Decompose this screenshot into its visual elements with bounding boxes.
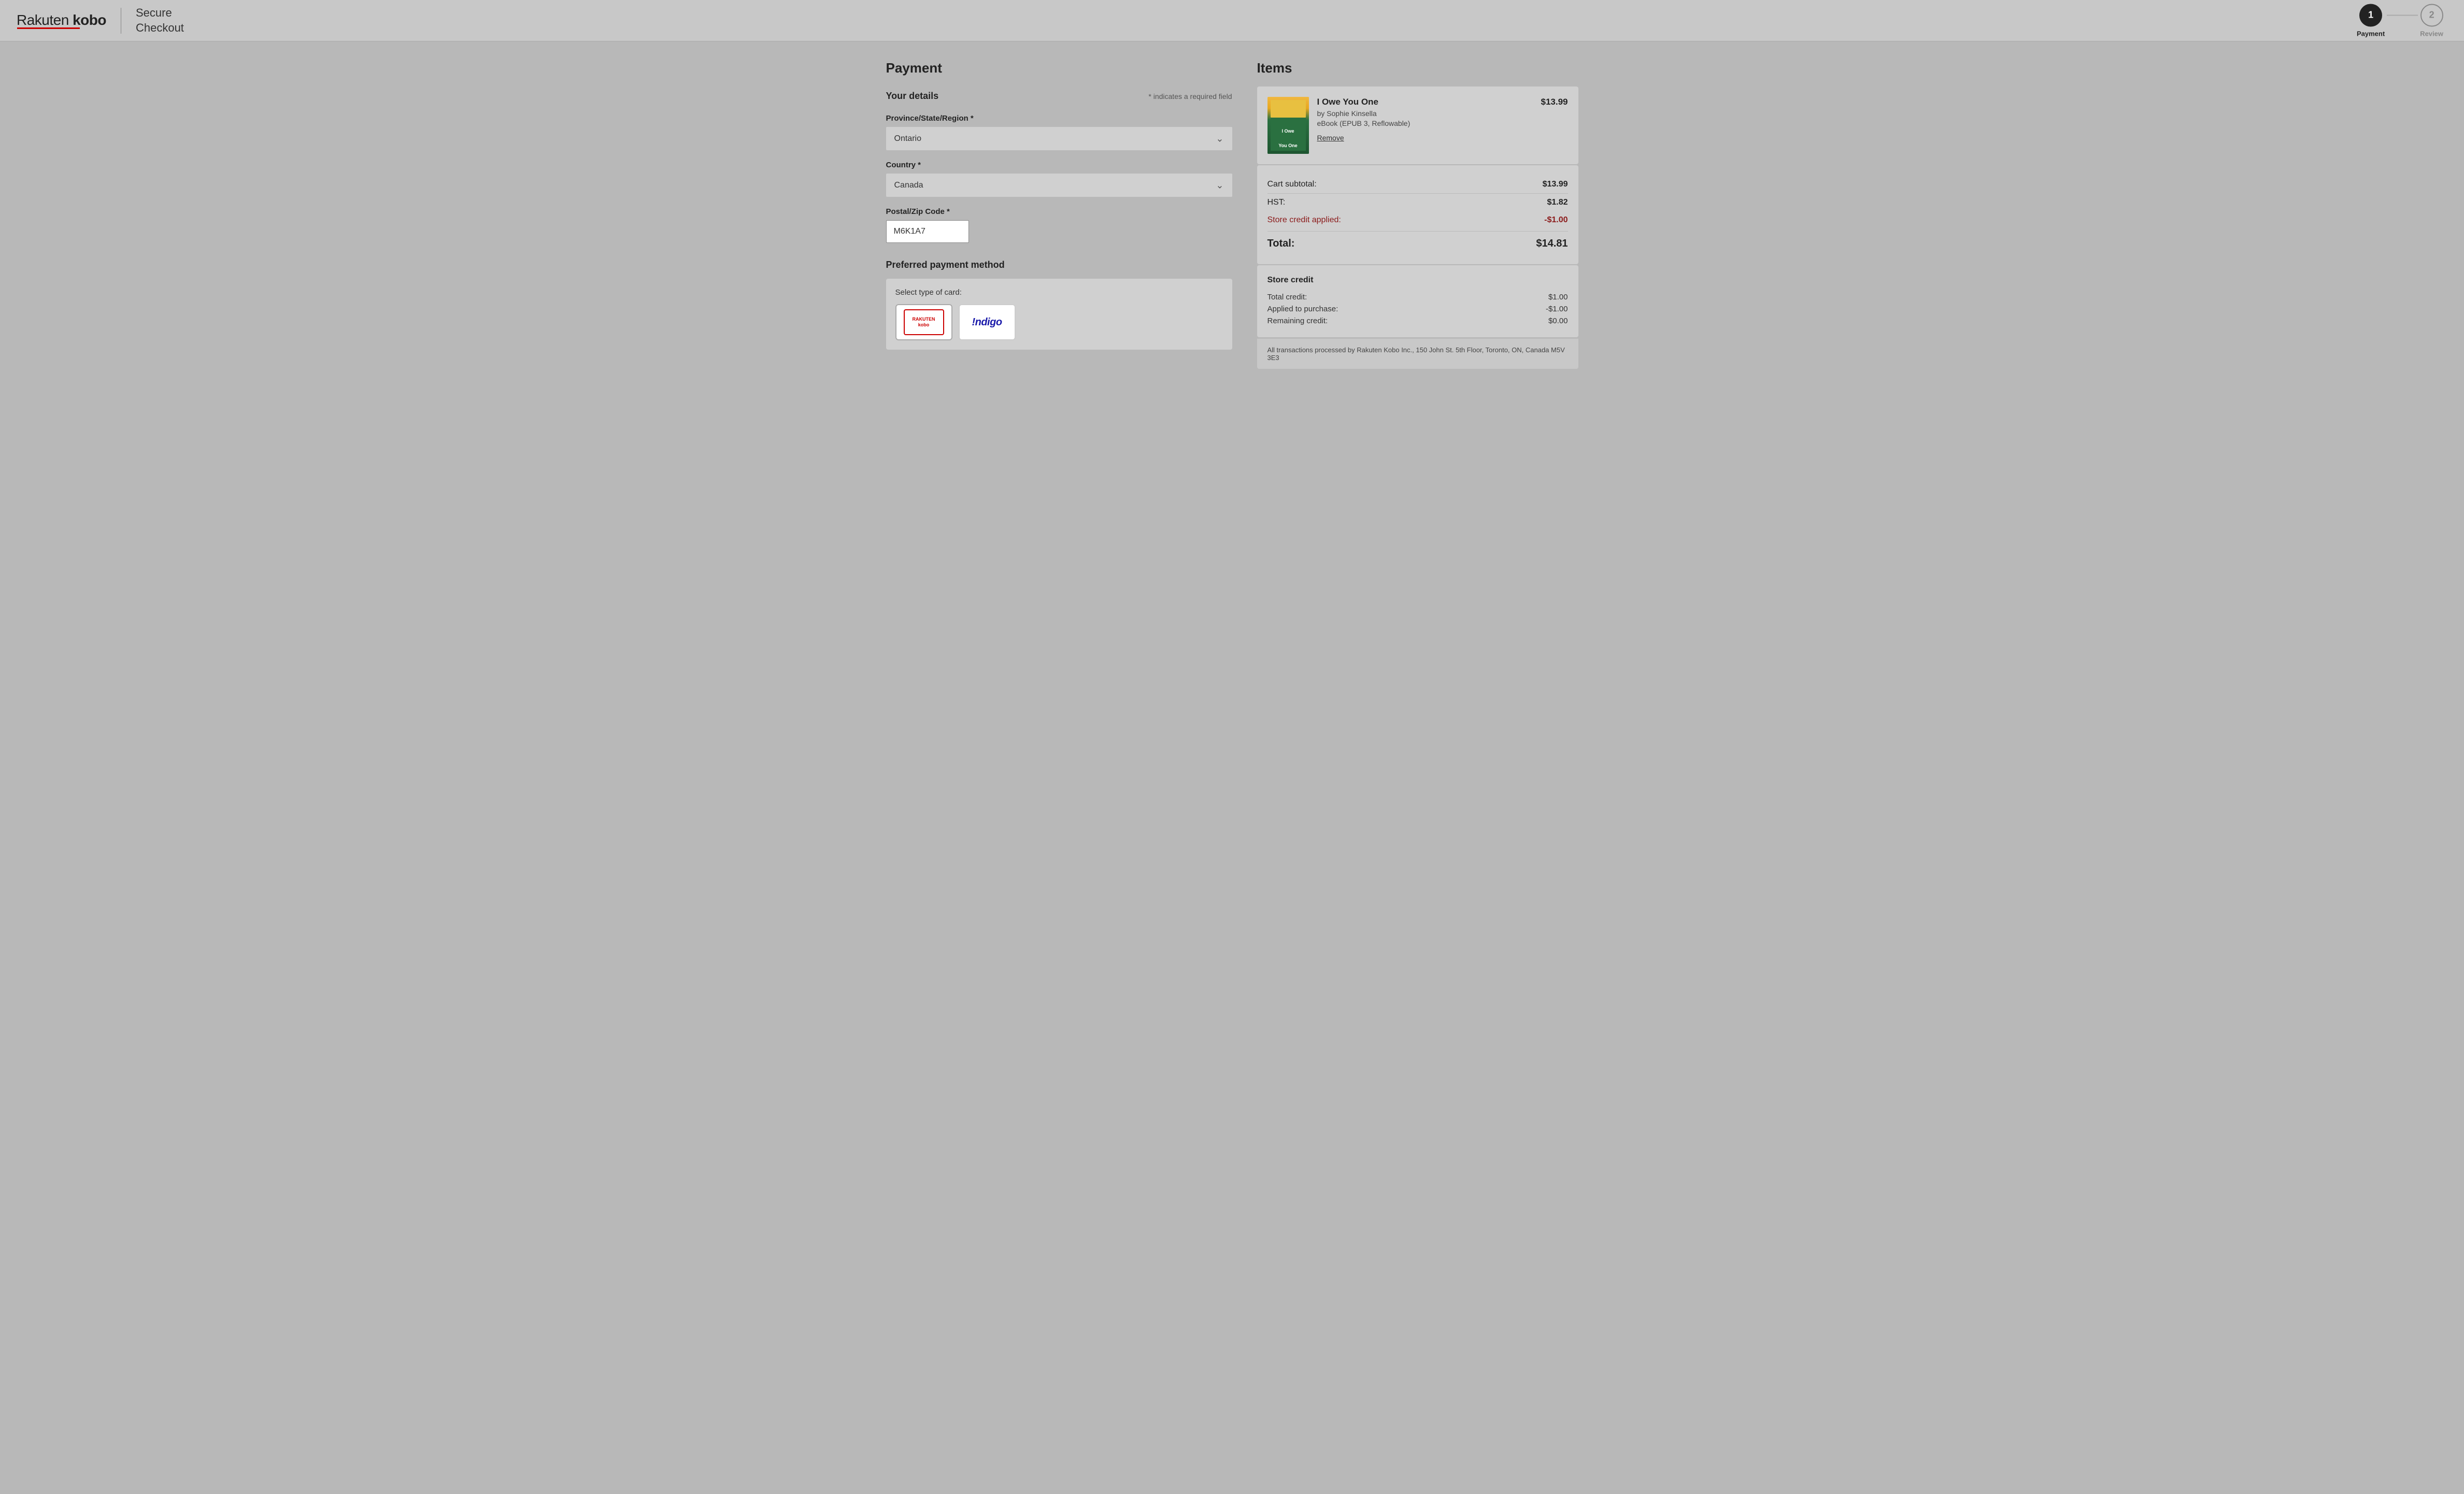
province-select[interactable]: Ontario bbox=[886, 127, 1232, 150]
card-type-label: Select type of card: bbox=[895, 288, 1223, 297]
hst-label: HST: bbox=[1267, 198, 1286, 207]
store-credit-section: Store credit Total credit: $1.00 Applied… bbox=[1257, 265, 1578, 337]
step-1-circle: 1 bbox=[2359, 4, 2382, 26]
step-2-label: Review bbox=[2420, 30, 2443, 37]
applied-credit-value: -$1.00 bbox=[1546, 305, 1568, 313]
required-note: * indicates a required field bbox=[1148, 92, 1232, 100]
step-review: 2 Review bbox=[2420, 4, 2443, 37]
total-row: Total: $14.81 bbox=[1267, 231, 1568, 254]
remaining-credit-row: Remaining credit: $0.00 bbox=[1267, 315, 1568, 327]
items-title: Items bbox=[1257, 60, 1578, 76]
kobo-label: kobo bbox=[918, 322, 930, 327]
item-author: by Sophie Kinsella bbox=[1317, 109, 1533, 118]
book-cover-inner: I Owe You One bbox=[1267, 97, 1309, 154]
province-label: Province/State/Region * bbox=[886, 114, 1232, 123]
country-select[interactable]: Canada bbox=[886, 174, 1232, 197]
item-format: eBook (EPUB 3, Reflowable) bbox=[1317, 119, 1533, 127]
step-payment: 1 Payment bbox=[2357, 4, 2385, 37]
hst-row: HST: $1.82 bbox=[1267, 194, 1568, 211]
country-group: Country * Canada ⌄ bbox=[886, 161, 1232, 197]
country-label: Country * bbox=[886, 161, 1232, 169]
cart-subtotal-row: Cart subtotal: $13.99 bbox=[1267, 176, 1568, 194]
book-cover: I Owe You One bbox=[1267, 97, 1309, 154]
total-label: Total: bbox=[1267, 238, 1295, 250]
transactions-note: All transactions processed by Rakuten Ko… bbox=[1257, 338, 1578, 369]
rakuten-kobo-card-option[interactable]: Rakuten kobo bbox=[895, 304, 952, 340]
province-group: Province/State/Region * Ontario ⌄ bbox=[886, 114, 1232, 150]
rakuten-kobo-card-logo: Rakuten kobo bbox=[904, 309, 944, 335]
cart-subtotal-value: $13.99 bbox=[1543, 180, 1568, 189]
payment-title: Payment bbox=[886, 60, 1232, 76]
your-details-label: Your details bbox=[886, 91, 939, 102]
item-price: $13.99 bbox=[1541, 97, 1568, 107]
hst-value: $1.82 bbox=[1547, 198, 1568, 207]
logo-rakuten: Rakuten bbox=[17, 12, 69, 28]
store-credit-row: Store credit applied: -$1.00 bbox=[1267, 211, 1568, 229]
total-value: $14.81 bbox=[1536, 238, 1568, 250]
site-header: Rakuten kobo Secure Checkout 1 Payment 2… bbox=[0, 0, 2464, 41]
store-credit-applied-label: Store credit applied: bbox=[1267, 216, 1341, 225]
province-select-wrapper: Ontario ⌄ bbox=[886, 127, 1232, 150]
rakuten-label: Rakuten bbox=[913, 317, 935, 322]
step-1-label: Payment bbox=[2357, 30, 2385, 37]
card-type-container: Select type of card: Rakuten kobo !ndigo bbox=[886, 279, 1232, 350]
remaining-credit-value: $0.00 bbox=[1548, 317, 1568, 325]
book-cover-title-line2: You One bbox=[1273, 143, 1304, 149]
payment-panel: Payment Your details * indicates a requi… bbox=[886, 60, 1257, 369]
remove-item-button[interactable]: Remove bbox=[1317, 134, 1344, 142]
cart-subtotal-label: Cart subtotal: bbox=[1267, 180, 1317, 189]
store-credit-title: Store credit bbox=[1267, 276, 1568, 285]
payment-method-section: Preferred payment method Select type of … bbox=[886, 260, 1232, 350]
main-content: Payment Your details * indicates a requi… bbox=[870, 41, 1595, 387]
logo-kobo: kobo bbox=[73, 12, 106, 28]
total-credit-row: Total credit: $1.00 bbox=[1267, 291, 1568, 303]
applied-credit-row: Applied to purchase: -$1.00 bbox=[1267, 303, 1568, 315]
item-details: I Owe You One by Sophie Kinsella eBook (… bbox=[1317, 97, 1533, 143]
checkout-steps: 1 Payment 2 Review bbox=[2357, 4, 2443, 37]
item-row: I Owe You One I Owe You One by Sophie Ki… bbox=[1267, 97, 1568, 154]
applied-credit-label: Applied to purchase: bbox=[1267, 305, 1338, 313]
your-details-header: Your details * indicates a required fiel… bbox=[886, 91, 1232, 102]
postal-group: Postal/Zip Code * M6K1A7 bbox=[886, 207, 1232, 243]
card-options: Rakuten kobo !ndigo bbox=[895, 304, 1223, 340]
step-connector bbox=[2387, 15, 2418, 16]
logo: Rakuten kobo bbox=[17, 12, 106, 29]
total-credit-value: $1.00 bbox=[1548, 293, 1568, 301]
total-credit-label: Total credit: bbox=[1267, 293, 1307, 301]
items-card: I Owe You One I Owe You One by Sophie Ki… bbox=[1257, 87, 1578, 164]
summary-section: Cart subtotal: $13.99 HST: $1.82 Store c… bbox=[1257, 165, 1578, 264]
item-title: I Owe You One bbox=[1317, 97, 1533, 107]
step-2-circle: 2 bbox=[2420, 4, 2443, 26]
indigo-card-option[interactable]: !ndigo bbox=[959, 304, 1016, 340]
items-panel: Items I Owe You One I Owe You One by Sop… bbox=[1257, 60, 1578, 369]
remaining-credit-label: Remaining credit: bbox=[1267, 317, 1328, 325]
store-credit-applied-value: -$1.00 bbox=[1544, 216, 1568, 225]
payment-method-title: Preferred payment method bbox=[886, 260, 1232, 270]
book-cover-title-line1: I Owe bbox=[1273, 128, 1304, 134]
secure-checkout-title: Secure Checkout bbox=[136, 6, 184, 35]
indigo-card-logo: !ndigo bbox=[972, 317, 1002, 328]
country-select-wrapper: Canada ⌄ bbox=[886, 174, 1232, 197]
postal-input[interactable]: M6K1A7 bbox=[886, 220, 969, 243]
postal-label: Postal/Zip Code * bbox=[886, 207, 1232, 216]
